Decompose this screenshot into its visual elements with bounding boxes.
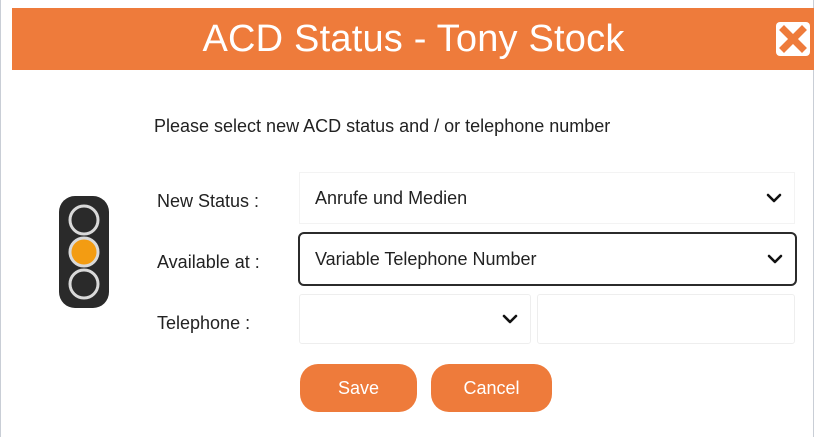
chevron-down-icon (767, 254, 783, 264)
available-at-value: Variable Telephone Number (315, 248, 537, 269)
dialog-header: ACD Status - Tony Stock (12, 8, 814, 70)
telephone-label: Telephone : (157, 313, 251, 333)
instruction-text: Please select new ACD status and / or te… (154, 116, 611, 136)
close-icon[interactable] (776, 22, 810, 56)
new-status-select[interactable]: Anrufe und Medien (299, 172, 795, 224)
dialog-window: ACD Status - Tony Stock Please select ne… (0, 0, 814, 437)
dialog-title: ACD Status - Tony Stock (202, 18, 625, 60)
chevron-down-icon (502, 314, 518, 324)
telephone-prefix-select[interactable] (299, 294, 531, 344)
available-at-label: Available at : (157, 252, 260, 272)
new-status-value: Anrufe und Medien (315, 187, 468, 208)
telephone-number-input[interactable] (537, 294, 795, 344)
traffic-light-icon (55, 192, 113, 317)
chevron-down-icon (766, 193, 782, 203)
save-button[interactable]: Save (300, 364, 417, 412)
available-at-select[interactable]: Variable Telephone Number (298, 232, 797, 286)
new-status-label: New Status : (157, 191, 260, 211)
cancel-button[interactable]: Cancel (431, 364, 552, 412)
